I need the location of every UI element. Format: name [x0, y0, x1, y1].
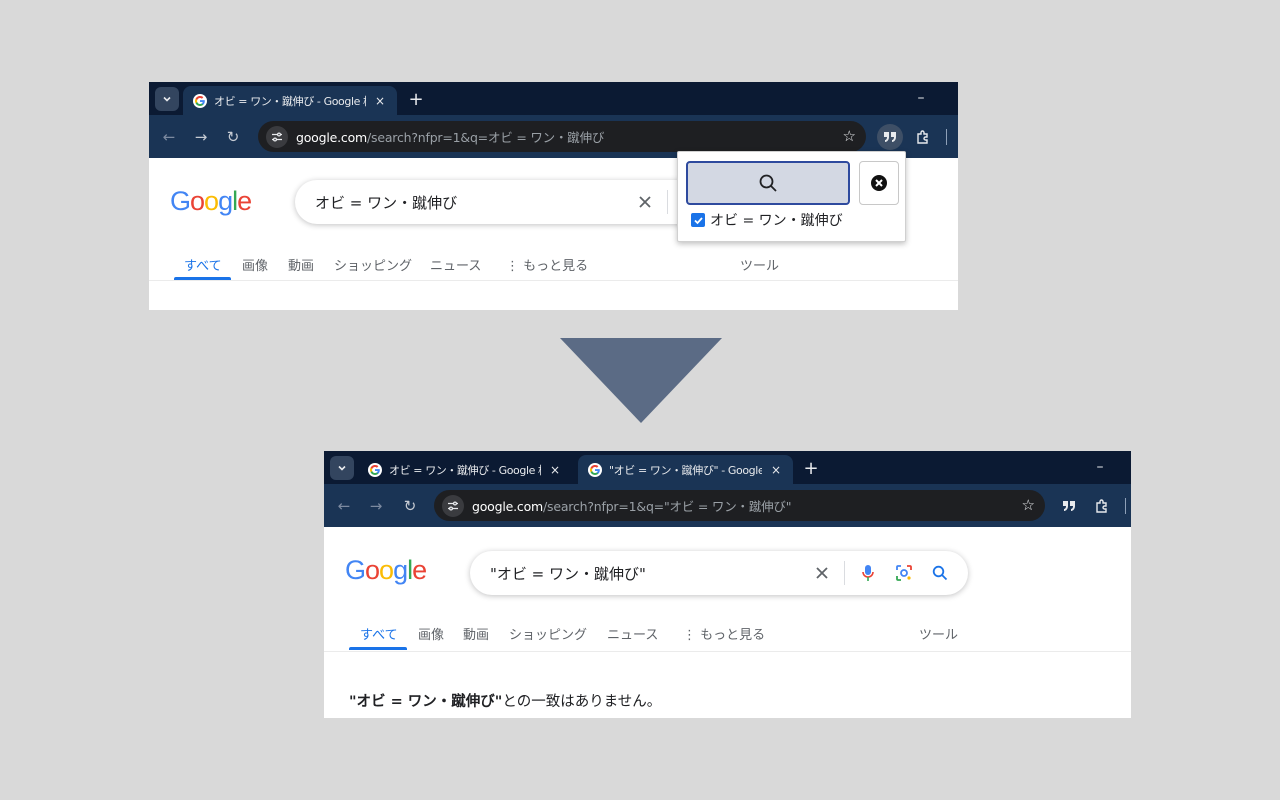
tab-strip: オビ = ワン・蹴伸び - Google 検索 × + – — [149, 82, 958, 115]
search-box[interactable]: "オビ = ワン・蹴伸び" — [470, 551, 968, 595]
extensions-puzzle-icon[interactable] — [1089, 493, 1115, 519]
google-favicon-icon — [193, 93, 207, 108]
quote-extension-icon[interactable] — [1056, 493, 1082, 519]
url-text: google.com/search?nfpr=1&q=オビ = ワン・蹴伸び — [296, 130, 605, 145]
bookmark-star-icon[interactable]: ☆ — [1022, 496, 1035, 514]
tab-shopping[interactable]: ショッピング — [334, 255, 412, 274]
close-circle-icon — [871, 175, 887, 191]
tab-news[interactable]: ニュース — [430, 255, 481, 274]
tab-more[interactable]: ⋮ もっと見る — [683, 624, 765, 643]
toolbar-divider — [946, 129, 947, 145]
forward-arrow-icon[interactable]: → — [364, 494, 388, 518]
nav-divider — [149, 280, 958, 281]
browser-toolbar: ← → ↻ google.com/search?nfpr=1&q="オビ = ワ… — [324, 484, 1131, 527]
chevron-down-icon — [338, 465, 346, 471]
no-results-message: "オビ = ワン・蹴伸び"との一致はありません。 — [349, 690, 661, 711]
tab-more-label: もっと見る — [523, 259, 589, 274]
tab-news[interactable]: ニュース — [607, 624, 658, 643]
url-text: google.com/search?nfpr=1&q="オビ = ワン・蹴伸び" — [472, 499, 792, 514]
google-favicon-icon — [368, 462, 382, 477]
microphone-icon[interactable] — [858, 563, 878, 583]
clear-search-icon[interactable] — [812, 563, 832, 583]
tab-search-button[interactable] — [330, 456, 354, 480]
after-screenshot: オビ = ワン・蹴伸び - Google 検索 × "オビ = ワン・蹴伸び" … — [324, 451, 1131, 718]
transition-arrow — [560, 338, 722, 423]
tab-more[interactable]: ⋮ もっと見る — [506, 255, 588, 274]
address-bar[interactable]: google.com/search?nfpr=1&q="オビ = ワン・蹴伸び"… — [434, 490, 1045, 521]
minimize-button[interactable]: – — [911, 88, 931, 108]
search-icon[interactable] — [930, 563, 950, 583]
bottom-nav-row: すべて 画像 動画 ショッピング ニュース ⋮ もっと見る ツール — [324, 614, 1131, 656]
nav-divider — [324, 651, 1131, 652]
no-results-query: "オビ = ワン・蹴伸び" — [349, 694, 503, 710]
site-info-icon[interactable] — [266, 125, 288, 148]
back-arrow-icon[interactable]: ← — [332, 494, 356, 518]
tab-shopping[interactable]: ショッピング — [509, 624, 587, 643]
tab-images[interactable]: 画像 — [418, 624, 444, 643]
more-dots-icon: ⋮ — [683, 628, 701, 643]
checkmark-icon — [693, 216, 703, 224]
more-dots-icon: ⋮ — [506, 259, 524, 274]
search-box-separator — [844, 561, 845, 585]
tab-tools[interactable]: ツール — [919, 624, 958, 643]
tab-videos[interactable]: 動画 — [288, 255, 314, 274]
tab-close-icon[interactable]: × — [548, 463, 562, 477]
back-arrow-icon[interactable]: ← — [157, 125, 181, 149]
tab-title: オビ = ワン・蹴伸び - Google 検索 — [214, 94, 366, 108]
tab-title: オビ = ワン・蹴伸び - Google 検索 — [389, 463, 541, 477]
new-tab-button[interactable]: + — [800, 457, 822, 479]
google-logo[interactable]: Google — [345, 555, 427, 586]
quote-extension-icon[interactable] — [877, 124, 903, 150]
search-icon — [759, 174, 777, 192]
tab-google-search-1[interactable]: オビ = ワン・蹴伸び - Google 検索 × — [358, 455, 572, 484]
site-info-icon[interactable] — [442, 494, 464, 517]
tab-title: "オビ = ワン・蹴伸び" - Google 検索 — [609, 463, 762, 477]
extensions-puzzle-icon[interactable] — [910, 124, 936, 150]
phrase-checkbox[interactable] — [691, 213, 705, 227]
reload-icon[interactable]: ↻ — [221, 125, 245, 149]
bookmark-star-icon[interactable]: ☆ — [843, 127, 856, 145]
search-query: "オビ = ワン・蹴伸び" — [490, 564, 646, 583]
google-logo[interactable]: Google — [170, 186, 252, 217]
chevron-down-icon — [163, 96, 171, 102]
tab-more-label: もっと見る — [700, 628, 766, 643]
active-tab-underline — [349, 647, 407, 650]
lens-camera-icon[interactable] — [894, 563, 914, 583]
popup-clear-button[interactable] — [859, 161, 899, 205]
clear-search-icon[interactable] — [635, 192, 655, 212]
tab-all[interactable]: すべて — [184, 255, 222, 274]
forward-arrow-icon[interactable]: → — [189, 125, 213, 149]
tab-tools[interactable]: ツール — [740, 255, 779, 274]
google-favicon-icon — [588, 462, 602, 477]
search-box[interactable]: オビ = ワン・蹴伸び — [295, 180, 725, 224]
tab-google-search-2[interactable]: "オビ = ワン・蹴伸び" - Google 検索 × — [578, 455, 793, 484]
tab-search-button[interactable] — [155, 87, 179, 111]
extension-popup: オビ = ワン・蹴伸び — [677, 151, 906, 242]
minimize-button[interactable]: – — [1090, 457, 1110, 477]
tab-strip: オビ = ワン・蹴伸び - Google 検索 × "オビ = ワン・蹴伸び" … — [324, 451, 1131, 484]
search-box-separator — [667, 190, 668, 214]
popup-checkbox-row[interactable]: オビ = ワン・蹴伸び — [691, 210, 843, 230]
search-query: オビ = ワン・蹴伸び — [315, 193, 458, 212]
new-tab-button[interactable]: + — [405, 88, 427, 110]
reload-icon[interactable]: ↻ — [398, 494, 422, 518]
toolbar-divider — [1125, 498, 1126, 514]
tab-all[interactable]: すべて — [360, 624, 398, 643]
checkbox-label: オビ = ワン・蹴伸び — [710, 213, 843, 229]
address-bar[interactable]: google.com/search?nfpr=1&q=オビ = ワン・蹴伸び ☆ — [258, 121, 866, 152]
tab-images[interactable]: 画像 — [242, 255, 268, 274]
tab-videos[interactable]: 動画 — [463, 624, 489, 643]
tab-close-icon[interactable]: × — [373, 94, 387, 108]
popup-search-button[interactable] — [686, 161, 850, 205]
tab-close-icon[interactable]: × — [769, 463, 783, 477]
no-results-suffix: との一致はありません。 — [502, 694, 662, 710]
tab-google-search[interactable]: オビ = ワン・蹴伸び - Google 検索 × — [183, 86, 397, 115]
